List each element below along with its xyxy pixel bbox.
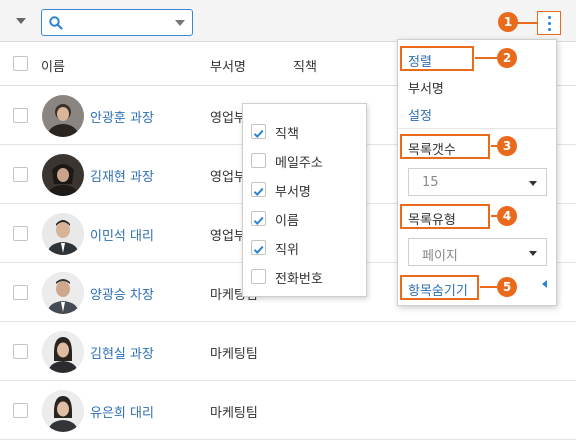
employee-name-link[interactable]: 양광승 차장: [90, 284, 154, 303]
column-option-name[interactable]: 이름: [251, 209, 361, 229]
vertical-ellipsis-dot: [548, 22, 551, 25]
column-option-label: 이름: [275, 214, 299, 229]
row-checkbox[interactable]: [13, 226, 28, 241]
column-option-label: 부서명: [275, 185, 311, 200]
column-option-position[interactable]: 직위: [251, 238, 361, 258]
callout-badge: 5: [497, 277, 517, 297]
highlight-box: [400, 134, 490, 159]
column-header-name[interactable]: 이름: [41, 56, 65, 75]
app: 이름 부서명 직책 안광훈 과장 영업부 김재현 과장 영업부 이민석 대리 영…: [0, 0, 576, 440]
column-option-dept[interactable]: 부서명: [251, 180, 361, 200]
column-option-phone[interactable]: 전화번호: [251, 267, 361, 287]
callout-badge: 1: [498, 12, 518, 32]
row-checkbox[interactable]: [13, 108, 28, 123]
select-arrow-icon: [529, 181, 537, 186]
row-checkbox[interactable]: [13, 403, 28, 418]
avatar: [42, 331, 84, 373]
table-row[interactable]: 김현실 과장 마케팅팀: [0, 322, 576, 381]
row-checkbox[interactable]: [13, 285, 28, 300]
row-checkbox[interactable]: [13, 167, 28, 182]
menu-sort-option[interactable]: 부서명: [408, 78, 444, 97]
avatar: [42, 272, 84, 314]
callout-line: [480, 286, 497, 288]
callout-badge: 4: [497, 206, 517, 226]
list-type-select[interactable]: 페이지: [408, 238, 547, 266]
highlight-box: [400, 204, 490, 229]
callout-line: [517, 22, 537, 24]
checkbox-checked-icon[interactable]: [251, 124, 266, 139]
menu-divider: [398, 128, 556, 129]
department-cell: 영업부: [210, 229, 246, 244]
callout-line: [475, 57, 497, 59]
department-cell: 영업부: [210, 111, 246, 126]
column-option-email[interactable]: 메일주소: [251, 151, 361, 171]
options-menu: 정렬 부서명 설정 목록갯수 15 목록유형 페이지 항목숨기기: [397, 39, 557, 306]
checkbox-checked-icon[interactable]: [251, 240, 266, 255]
table-row[interactable]: 유은희 대리 마케팅팀: [0, 381, 576, 440]
checkbox-checked-icon[interactable]: [251, 182, 266, 197]
select-arrow-icon: [529, 251, 537, 256]
menu-settings-label[interactable]: 설정: [408, 105, 432, 124]
department-cell: 마케팅팀: [210, 347, 258, 362]
collapse-caret-icon[interactable]: [16, 18, 26, 24]
row-checkbox[interactable]: [13, 344, 28, 359]
callout-badge: 2: [497, 48, 517, 68]
employee-name-link[interactable]: 김재현 과장: [90, 166, 154, 185]
column-option-label: 직위: [275, 243, 299, 258]
checkbox-checked-icon[interactable]: [251, 211, 266, 226]
list-count-select[interactable]: 15: [408, 168, 547, 196]
column-option-label: 전화번호: [275, 272, 323, 287]
column-picker-popup: 직책 메일주소 부서명 이름 직위 전화번호: [242, 103, 367, 297]
vertical-ellipsis-dot: [548, 28, 551, 31]
search-dropdown-icon[interactable]: [175, 20, 185, 26]
column-header-dept[interactable]: 부서명: [210, 56, 246, 75]
vertical-ellipsis-icon: [548, 16, 551, 19]
highlight-box: [400, 275, 479, 300]
employee-name-link[interactable]: 이민석 대리: [90, 225, 154, 244]
select-all-checkbox[interactable]: [13, 56, 28, 71]
department-cell: 마케팅팀: [210, 406, 258, 421]
avatar: [42, 154, 84, 196]
avatar: [42, 95, 84, 137]
highlight-box: [400, 46, 474, 71]
employee-name-link[interactable]: 김현실 과장: [90, 343, 154, 362]
column-option-label: 메일주소: [275, 156, 323, 171]
list-type-value: 페이지: [422, 249, 458, 264]
callout-badge: 3: [497, 136, 517, 156]
column-option-title[interactable]: 직책: [251, 122, 361, 142]
checkbox-unchecked-icon[interactable]: [251, 269, 266, 284]
column-header-title[interactable]: 직책: [293, 56, 317, 75]
collapse-left-icon[interactable]: [542, 280, 547, 288]
more-options-button[interactable]: [537, 11, 561, 35]
checkbox-unchecked-icon[interactable]: [251, 153, 266, 168]
department-cell: 영업부: [210, 170, 246, 185]
search-icon: [49, 15, 63, 34]
employee-name-link[interactable]: 유은희 대리: [90, 402, 154, 421]
column-option-label: 직책: [275, 127, 299, 142]
avatar: [42, 213, 84, 255]
avatar: [42, 390, 84, 432]
employee-name-link[interactable]: 안광훈 과장: [90, 107, 154, 126]
search-input[interactable]: [41, 9, 193, 36]
toolbar: [0, 0, 576, 42]
list-count-value: 15: [422, 175, 439, 190]
